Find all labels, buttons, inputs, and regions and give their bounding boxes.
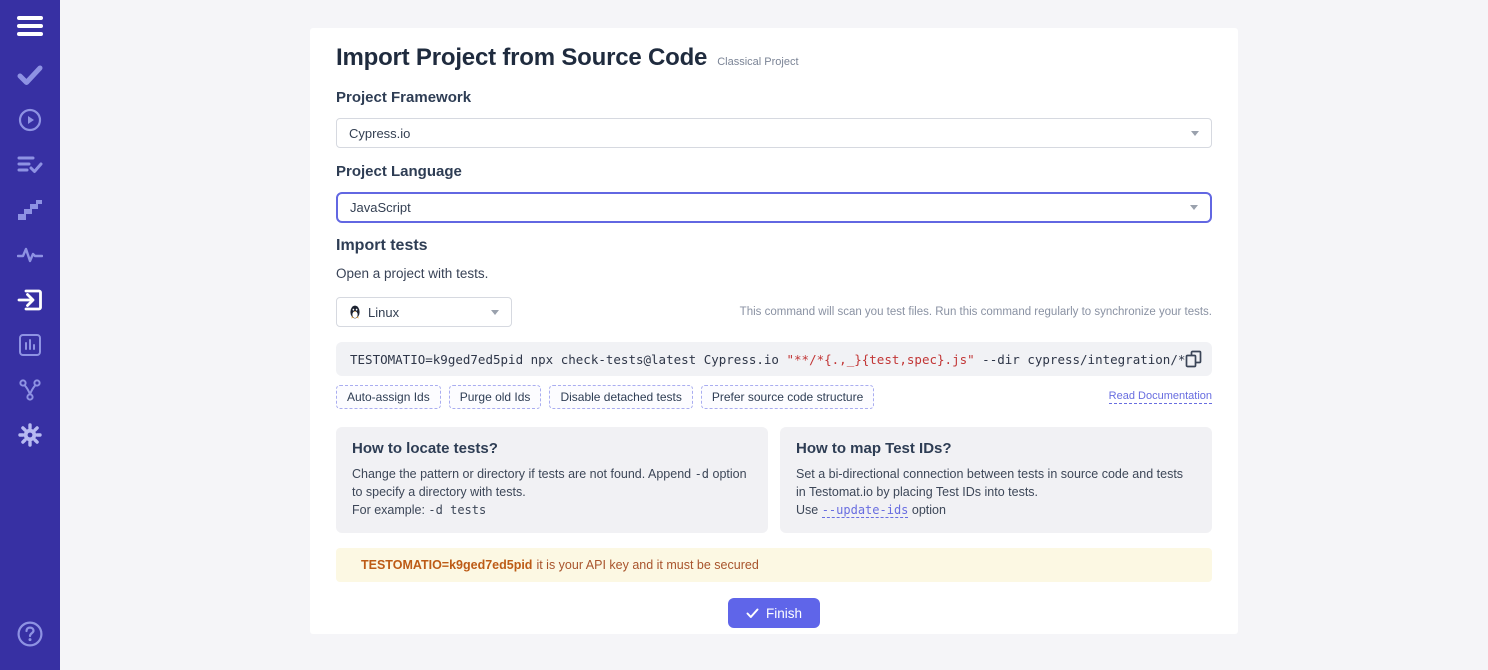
- page-subtitle: Classical Project: [717, 56, 799, 68]
- map-test-ids-title: How to map Test IDs?: [796, 440, 952, 457]
- main-area: Import Project from Source Code Classica…: [60, 0, 1488, 670]
- inline-code: -d: [694, 467, 710, 481]
- help-icon[interactable]: [0, 611, 60, 656]
- os-select-value: Linux: [368, 304, 400, 320]
- language-label: Project Language: [336, 163, 462, 180]
- steps-icon[interactable]: [0, 187, 60, 232]
- locate-tests-title: How to locate tests?: [352, 440, 498, 457]
- command-hint: This command will scan you test files. R…: [739, 306, 1212, 318]
- finish-button-label: Finish: [765, 605, 802, 621]
- command-prefix: TESTOMATIO=k9ged7ed5pid npx check-tests@…: [350, 351, 787, 367]
- chip-purge-old-ids[interactable]: Purge old Ids: [448, 385, 542, 409]
- sidebar: [0, 0, 60, 670]
- chevron-down-icon: [1190, 205, 1198, 210]
- language-select[interactable]: JavaScript: [336, 192, 1212, 223]
- framework-select[interactable]: Cypress.io: [336, 118, 1212, 148]
- check-icon: [746, 608, 759, 619]
- language-select-value: JavaScript: [350, 200, 411, 215]
- locate-tests-body: Change the pattern or directory if tests…: [352, 466, 752, 519]
- map-test-ids-body: Set a bi-directional connection between …: [796, 466, 1196, 519]
- import-project-panel: Import Project from Source Code Classica…: [310, 28, 1238, 634]
- text: Change the pattern or directory if tests…: [352, 467, 695, 481]
- command-box: TESTOMATIO=k9ged7ed5pid npx check-tests@…: [336, 342, 1212, 376]
- finish-button[interactable]: Finish: [727, 598, 820, 629]
- chip-auto-assign-ids[interactable]: Auto-assign Ids: [336, 385, 441, 409]
- import-icon[interactable]: [0, 277, 60, 322]
- activity-icon[interactable]: [0, 232, 60, 277]
- api-key-warning-text: it is your API key and it must be secure…: [536, 558, 759, 573]
- import-tests-heading: Import tests: [336, 237, 428, 254]
- gear-icon[interactable]: [0, 412, 60, 457]
- framework-select-value: Cypress.io: [349, 125, 411, 141]
- os-row: Linux This command will scan you test fi…: [336, 297, 1212, 327]
- api-key-value: TESTOMATIO=k9ged7ed5pid: [361, 558, 533, 573]
- text: Use: [796, 502, 822, 517]
- inline-code: -d tests: [428, 502, 487, 517]
- options-row: Auto-assign Ids Purge old Ids Disable de…: [336, 385, 1212, 409]
- import-tests-subtext: Open a project with tests.: [336, 266, 489, 281]
- command-text: TESTOMATIO=k9ged7ed5pid npx check-tests@…: [350, 352, 1185, 367]
- os-select[interactable]: Linux: [336, 297, 512, 327]
- bar-chart-icon[interactable]: [0, 322, 60, 367]
- chevron-down-icon: [491, 309, 499, 315]
- api-key-warning: TESTOMATIO=k9ged7ed5pid it is your API k…: [336, 548, 1212, 583]
- info-cards: How to locate tests? Change the pattern …: [336, 427, 1212, 534]
- title-row: Import Project from Source Code Classica…: [336, 44, 1212, 72]
- check-icon[interactable]: [0, 52, 60, 97]
- chip-prefer-source-code-structure[interactable]: Prefer source code structure: [700, 385, 875, 409]
- chip-disable-detached-tests[interactable]: Disable detached tests: [549, 385, 693, 409]
- list-check-icon[interactable]: [0, 142, 60, 187]
- read-documentation-link[interactable]: Read Documentation: [1108, 390, 1212, 404]
- command-suffix: --dir cypress/integration/*: [974, 351, 1186, 367]
- framework-label: Project Framework: [336, 89, 472, 106]
- branch-icon[interactable]: [0, 367, 60, 412]
- linux-penguin-icon: [349, 305, 361, 319]
- text: Set a bi-directional connection between …: [796, 467, 1184, 499]
- play-circle-icon[interactable]: [0, 97, 60, 142]
- copy-icon[interactable]: [1185, 350, 1202, 368]
- text: For example:: [352, 502, 429, 517]
- page-title: Import Project from Source Code: [336, 44, 708, 71]
- update-ids-link[interactable]: --update-ids: [821, 502, 909, 518]
- menu-icon[interactable]: [17, 12, 43, 40]
- text: option: [908, 502, 946, 517]
- locate-tests-card: How to locate tests? Change the pattern …: [336, 427, 768, 534]
- command-pattern: "**/*{.,_}{test,spec}.js": [786, 351, 975, 367]
- finish-row: Finish: [336, 598, 1212, 629]
- map-test-ids-card: How to map Test IDs? Set a bi-directiona…: [780, 427, 1212, 534]
- chevron-down-icon: [1191, 130, 1199, 136]
